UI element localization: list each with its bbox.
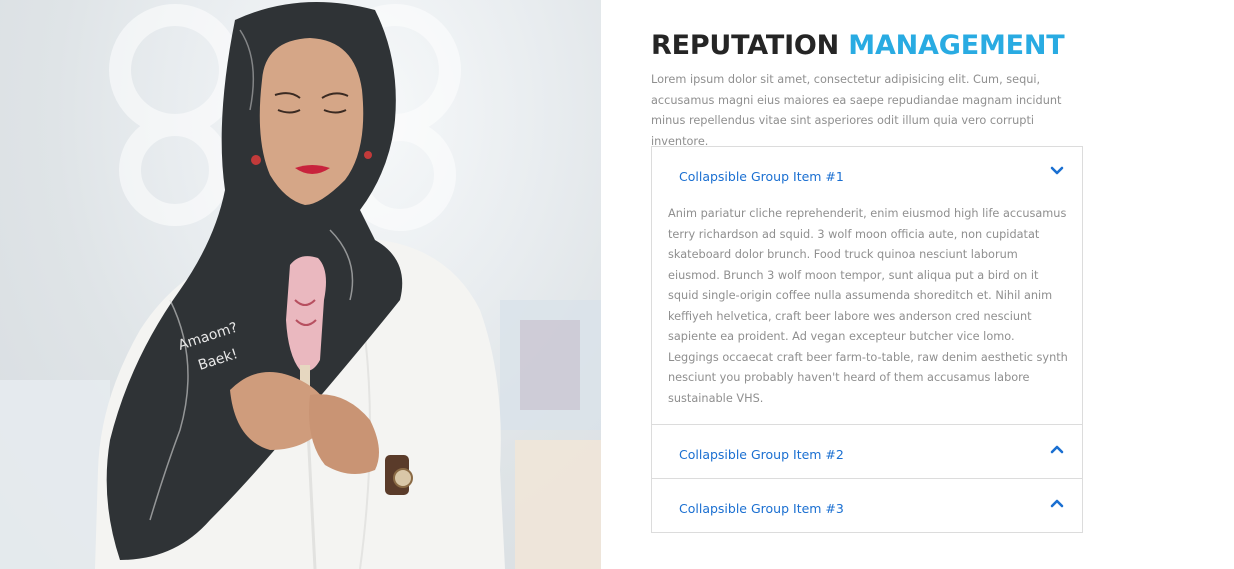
- accordion-header-3[interactable]: Collapsible Group Item #3: [652, 479, 1082, 532]
- accordion: Collapsible Group Item #1 Anim pariatur …: [651, 146, 1083, 533]
- accordion-body: Anim pariatur cliche reprehenderit, enim…: [668, 207, 1068, 405]
- accordion-title[interactable]: Collapsible Group Item #2: [679, 447, 844, 462]
- chevron-down-icon[interactable]: [1050, 166, 1064, 176]
- title-dark: REPUTATION: [651, 30, 840, 61]
- intro-paragraph: Lorem ipsum dolor sit amet, consectetur …: [651, 73, 1062, 148]
- accordion-header-1[interactable]: Collapsible Group Item #1: [652, 147, 1082, 200]
- section-title: REPUTATION MANAGEMENT: [651, 29, 1065, 63]
- chevron-up-icon[interactable]: [1050, 444, 1064, 454]
- chevron-up-icon[interactable]: [1050, 498, 1064, 508]
- accordion-item: Collapsible Group Item #1 Anim pariatur …: [652, 147, 1082, 424]
- accordion-item: Collapsible Group Item #2: [652, 424, 1082, 478]
- accordion-item: Collapsible Group Item #3: [652, 478, 1082, 532]
- accordion-title[interactable]: Collapsible Group Item #1: [679, 169, 844, 184]
- title-accent: MANAGEMENT: [848, 30, 1065, 61]
- woman-illustration: Amaom? Baek!: [0, 2, 601, 569]
- accordion-header-2[interactable]: Collapsible Group Item #2: [652, 425, 1082, 478]
- hero-photo: Amaom? Baek!: [0, 0, 601, 569]
- accordion-title[interactable]: Collapsible Group Item #3: [679, 501, 844, 516]
